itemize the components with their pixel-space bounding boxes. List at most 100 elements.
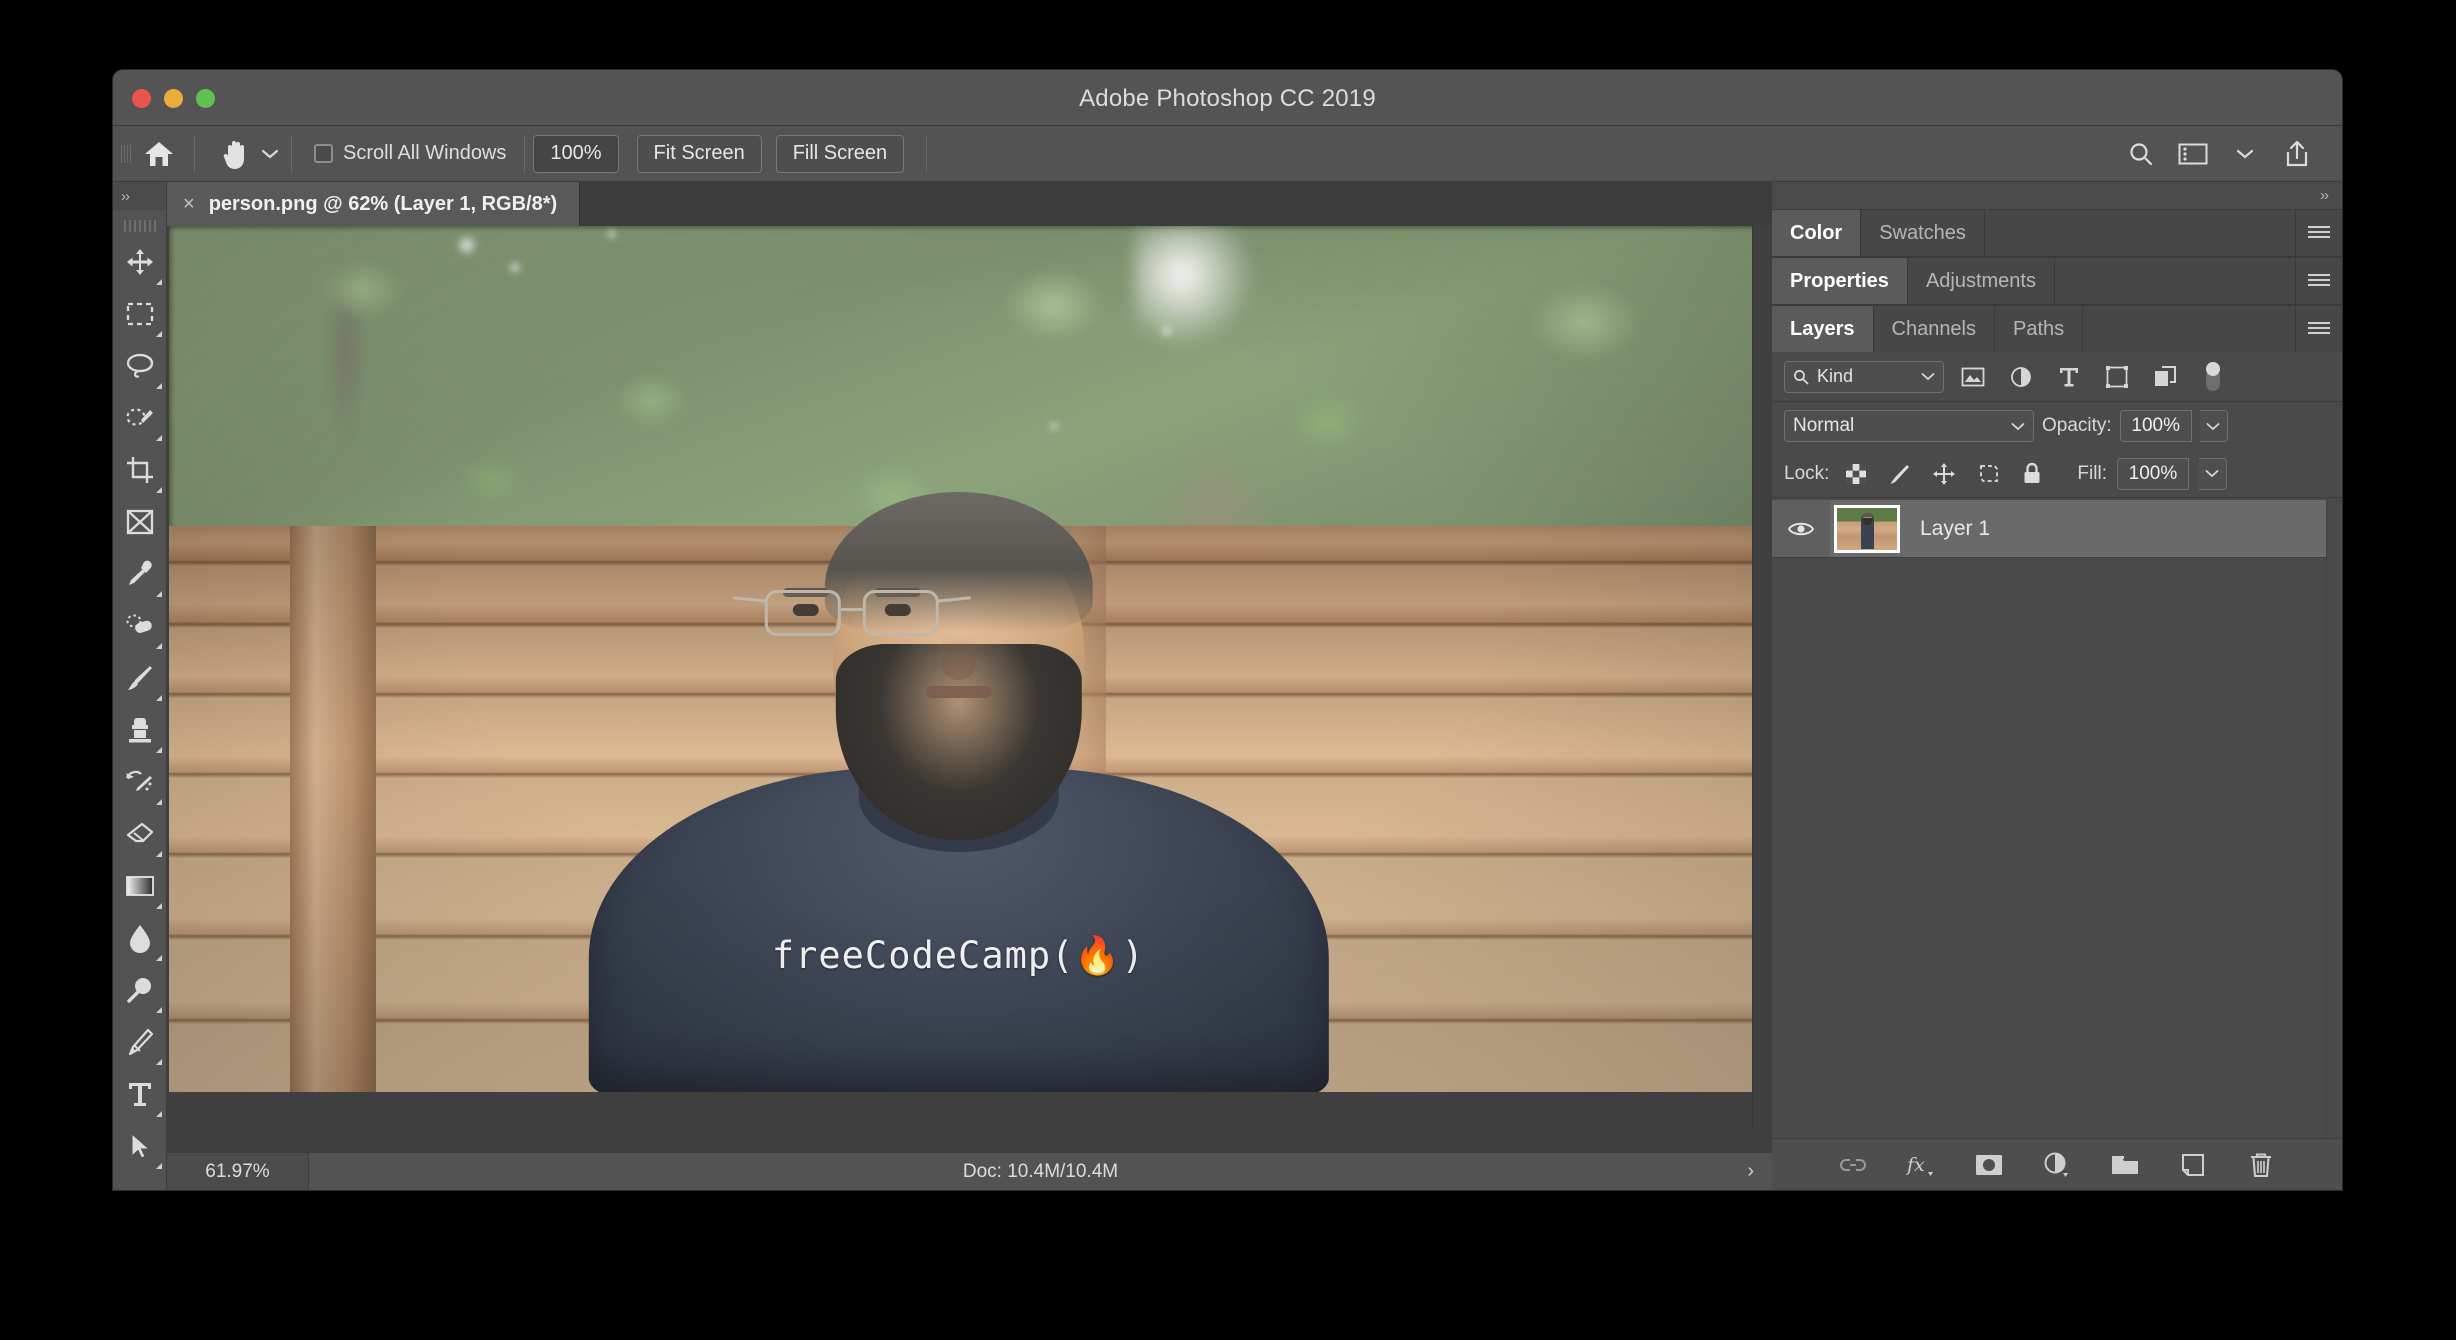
tab-color[interactable]: Color: [1772, 210, 1862, 256]
healing-brush-tool[interactable]: [115, 600, 165, 652]
eraser-tool[interactable]: [115, 808, 165, 860]
rectangular-marquee-tool[interactable]: [115, 288, 165, 340]
table-row[interactable]: Layer 1: [1772, 500, 2326, 558]
layers-list[interactable]: Layer 1: [1772, 498, 2342, 1138]
lock-all-icon[interactable]: [2015, 458, 2049, 490]
tool-flyout-indicator[interactable]: [155, 383, 162, 389]
lock-transparent-pixels-icon[interactable]: [1839, 458, 1873, 490]
chevron-right-icon[interactable]: ›: [1747, 1160, 1754, 1183]
tab-swatches[interactable]: Swatches: [1861, 210, 1985, 256]
tool-flyout-indicator[interactable]: [155, 487, 162, 493]
chevron-down-icon[interactable]: [1921, 372, 1935, 381]
zoom-percent-button[interactable]: 100%: [533, 134, 619, 173]
layer-filter-kind-select[interactable]: Kind: [1784, 360, 1944, 393]
panels-collapse-button[interactable]: ››: [1772, 182, 2342, 210]
layer-thumbnail[interactable]: [1834, 504, 1900, 553]
tool-flyout-indicator[interactable]: [155, 747, 162, 753]
tool-flyout-indicator[interactable]: [155, 1111, 162, 1117]
document-tab-person-png[interactable]: × person.png @ 62% (Layer 1, RGB/8*): [167, 182, 581, 226]
new-fill-adjustment-layer-icon[interactable]: [2040, 1148, 2074, 1182]
tool-flyout-indicator[interactable]: [155, 955, 162, 961]
lock-image-pixels-icon[interactable]: [1883, 458, 1917, 490]
scroll-all-windows-checkbox[interactable]: Scroll All Windows: [314, 142, 506, 165]
status-zoom-level[interactable]: 61.97%: [167, 1153, 309, 1190]
options-bar-grip[interactable]: [121, 138, 132, 169]
tool-flyout-indicator[interactable]: [155, 799, 162, 805]
home-icon[interactable]: [132, 134, 186, 174]
tool-flyout-indicator[interactable]: [155, 695, 162, 701]
hand-tool-icon[interactable]: [215, 134, 257, 174]
tool-flyout-indicator[interactable]: [155, 1059, 162, 1065]
tab-paths[interactable]: Paths: [1995, 306, 2084, 352]
share-icon[interactable]: [2274, 133, 2320, 175]
fill-input[interactable]: 100%: [2116, 457, 2189, 490]
new-group-icon[interactable]: [2108, 1148, 2142, 1182]
smart-object-filter-icon[interactable]: [2146, 360, 2184, 394]
tool-flyout-indicator[interactable]: [155, 903, 162, 909]
add-layer-mask-icon[interactable]: [1972, 1148, 2006, 1182]
type-tool[interactable]: [115, 1068, 165, 1120]
panel-menu-icon[interactable]: [2296, 210, 2342, 256]
tools-collapse-button[interactable]: ››: [113, 182, 166, 210]
quick-selection-tool[interactable]: [115, 392, 165, 444]
tool-flyout-indicator[interactable]: [155, 331, 162, 337]
layer-visibility-eye-icon[interactable]: [1772, 500, 1830, 557]
frame-tool[interactable]: [115, 496, 165, 548]
pixel-layer-filter-icon[interactable]: [1954, 360, 1992, 394]
pen-tool[interactable]: [115, 1016, 165, 1068]
tool-flyout-indicator[interactable]: [155, 435, 162, 441]
chevron-down-icon[interactable]: [2222, 133, 2268, 175]
canvas-area[interactable]: freeCodeCamp(🔥): [167, 226, 1772, 1152]
panel-menu-icon[interactable]: [2296, 258, 2342, 304]
fit-screen-button[interactable]: Fit Screen: [636, 134, 762, 173]
tool-flyout-indicator[interactable]: [155, 851, 162, 857]
layer-style-fx-icon[interactable]: fx: [1904, 1148, 1938, 1182]
tab-adjustments[interactable]: Adjustments: [1907, 258, 2055, 304]
new-layer-icon[interactable]: [2176, 1148, 2210, 1182]
dodge-tool[interactable]: [115, 964, 165, 1016]
history-brush-tool[interactable]: [115, 756, 165, 808]
clone-stamp-tool[interactable]: [115, 704, 165, 756]
chevron-down-icon[interactable]: [257, 134, 283, 174]
lasso-tool[interactable]: [115, 340, 165, 392]
tool-flyout-indicator[interactable]: [155, 643, 162, 649]
document-image[interactable]: freeCodeCamp(🔥): [169, 226, 1772, 1092]
close-icon[interactable]: ×: [183, 194, 195, 214]
search-icon[interactable]: [2118, 133, 2164, 175]
workspace-icon[interactable]: [2170, 133, 2216, 175]
brush-tool[interactable]: [115, 652, 165, 704]
delete-layer-icon[interactable]: [2244, 1148, 2278, 1182]
blend-mode-select[interactable]: Normal: [1784, 410, 2034, 442]
filter-toggle-switch[interactable]: [2194, 360, 2232, 394]
adjustment-layer-filter-icon[interactable]: [2002, 360, 2040, 394]
layer-name[interactable]: Layer 1: [1920, 517, 1990, 541]
gradient-tool[interactable]: [115, 860, 165, 912]
status-doc-size[interactable]: Doc: 10.4M/10.4M ›: [309, 1160, 1772, 1183]
tools-panel-grip[interactable]: [123, 220, 156, 232]
tab-layers[interactable]: Layers: [1772, 306, 1874, 352]
path-selection-tool[interactable]: [115, 1120, 165, 1172]
chevron-down-icon[interactable]: [2198, 457, 2227, 490]
type-layer-filter-icon[interactable]: [2050, 360, 2088, 394]
layers-list-scrollbar[interactable]: [2326, 498, 2342, 1138]
move-tool[interactable]: [115, 236, 165, 288]
tool-flyout-indicator[interactable]: [155, 1163, 162, 1169]
tab-channels[interactable]: Channels: [1873, 306, 1996, 352]
link-layers-icon[interactable]: [1836, 1148, 1870, 1182]
fill-screen-button[interactable]: Fill Screen: [775, 134, 905, 173]
shape-layer-filter-icon[interactable]: [2098, 360, 2136, 394]
canvas-vertical-scrollbar[interactable]: [1752, 226, 1772, 1126]
opacity-input[interactable]: 100%: [2119, 410, 2192, 442]
tab-properties[interactable]: Properties: [1772, 258, 1908, 304]
checkbox-box[interactable]: [314, 144, 333, 163]
lock-artboard-nesting-icon[interactable]: [1971, 458, 2005, 490]
tool-flyout-indicator[interactable]: [155, 591, 162, 597]
crop-tool[interactable]: [115, 444, 165, 496]
tool-flyout-indicator[interactable]: [155, 1007, 162, 1013]
lock-position-icon[interactable]: [1927, 458, 1961, 490]
tool-flyout-indicator[interactable]: [155, 279, 162, 285]
blur-tool[interactable]: [115, 912, 165, 964]
chevron-down-icon[interactable]: [2011, 422, 2025, 431]
eyedropper-tool[interactable]: [115, 548, 165, 600]
panel-menu-icon[interactable]: [2296, 306, 2342, 352]
